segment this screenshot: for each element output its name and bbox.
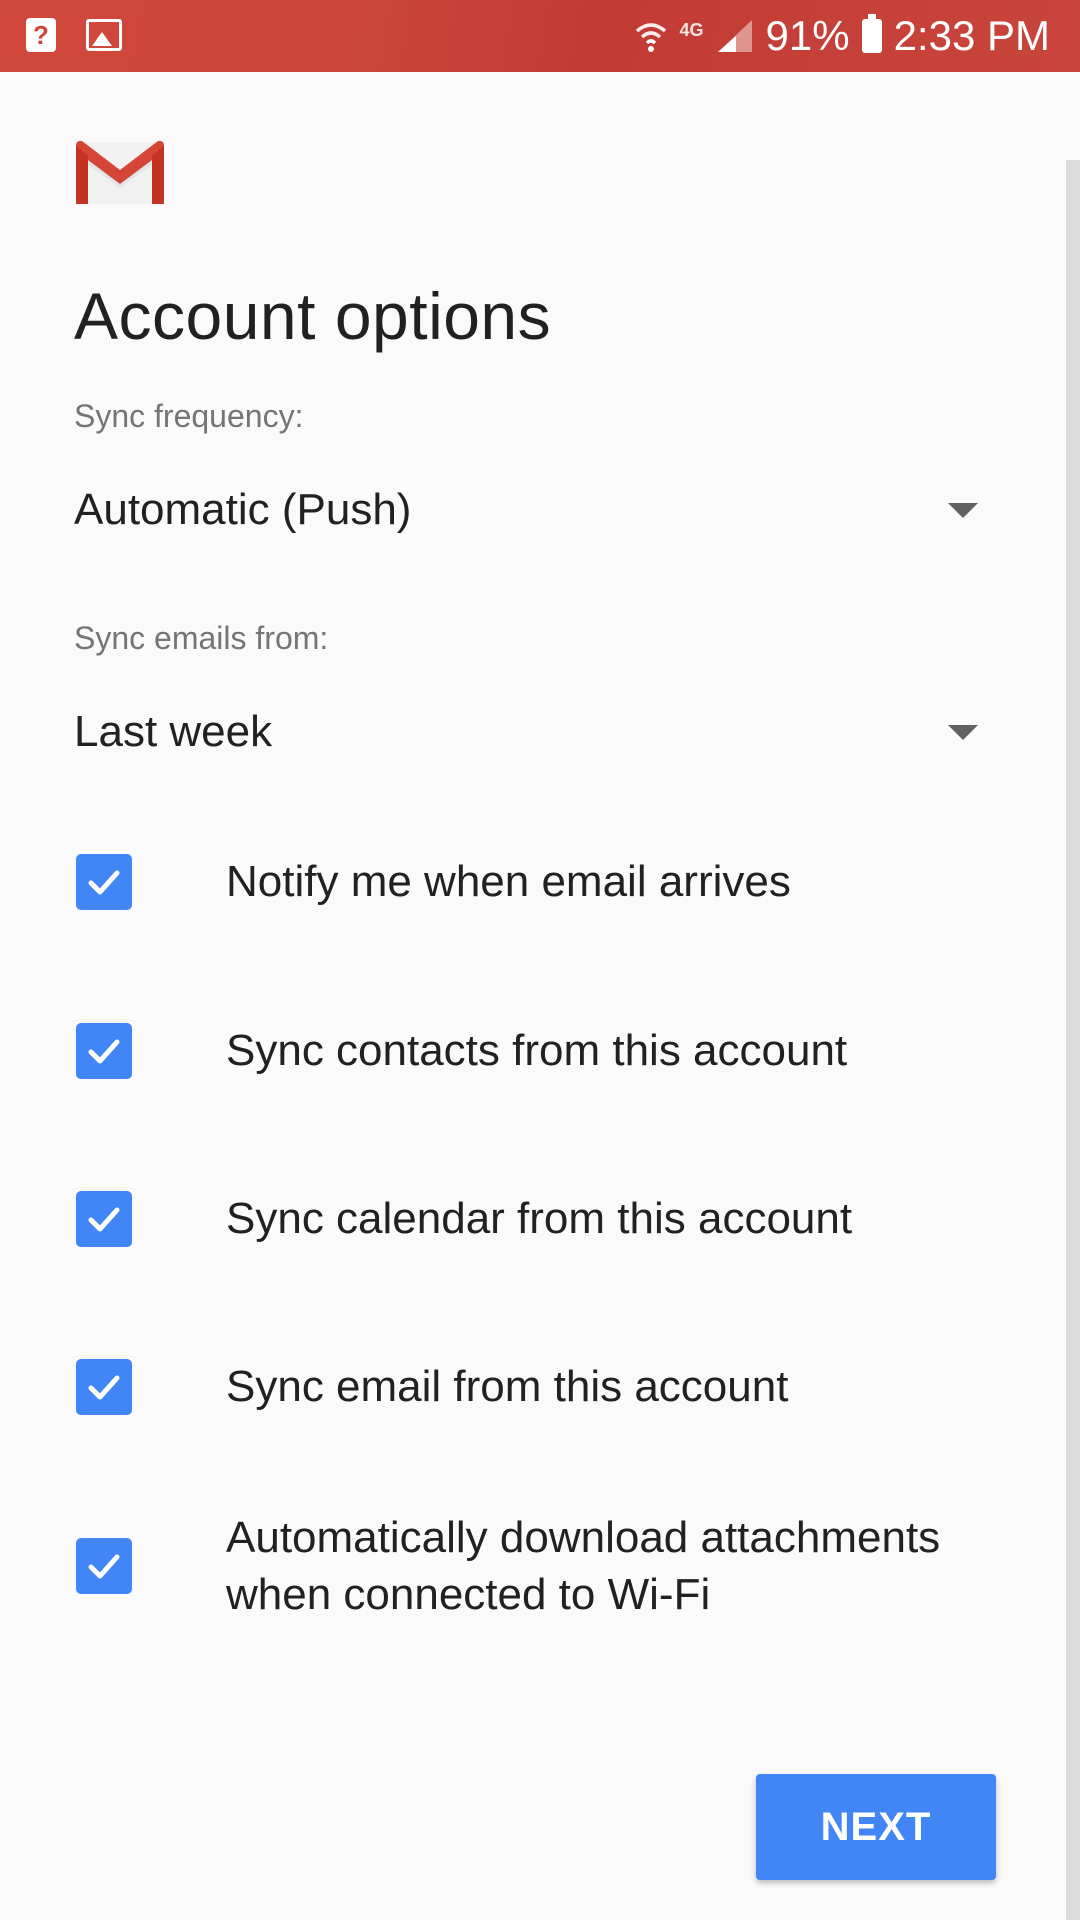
clock: 2:33 PM [893, 12, 1050, 59]
checkmark-icon [88, 1375, 120, 1399]
option-sync-contacts[interactable]: Sync contacts from this account [74, 1022, 1004, 1079]
sync-frequency-label: Sync frequency: [74, 398, 304, 434]
checkmark-icon [88, 1039, 120, 1063]
sync-emails-from-value: Last week [74, 707, 273, 756]
dropdown-arrow-icon [948, 724, 978, 740]
page-title: Account options [74, 279, 552, 353]
network-type-label: 4G [679, 19, 704, 40]
status-bar: ? 4G 91% 2:33 PM [0, 0, 1080, 72]
wifi-icon [635, 23, 666, 52]
image-notification-icon [86, 19, 122, 51]
checkbox-checked[interactable] [76, 1190, 132, 1247]
checkbox-checked[interactable] [76, 1538, 132, 1594]
option-download-attachments[interactable]: Automatically download attachments when … [74, 1509, 1004, 1623]
scrollbar[interactable] [1066, 160, 1080, 1920]
next-button[interactable]: NEXT [756, 1774, 996, 1880]
checkbox-checked[interactable] [76, 853, 132, 910]
gmail-logo-icon [76, 140, 164, 204]
option-notify-email[interactable]: Notify me when email arrives [74, 853, 1004, 910]
dropdown-arrow-icon [948, 502, 978, 518]
option-label: Notify me when email arrives [226, 857, 791, 906]
option-label: Sync email from this account [226, 1362, 789, 1411]
checkmark-icon [88, 1554, 120, 1579]
option-label: Sync contacts from this account [226, 1026, 848, 1075]
battery-percent: 91% [765, 12, 850, 59]
battery-icon [861, 14, 882, 53]
checkmark-icon [88, 1207, 120, 1231]
sync-frequency-value: Automatic (Push) [74, 485, 412, 534]
sync-frequency-dropdown[interactable]: Automatic (Push) [74, 470, 978, 550]
sync-emails-from-label: Sync emails from: [74, 620, 329, 656]
checkmark-icon [88, 870, 120, 894]
option-label: Sync calendar from this account [226, 1194, 853, 1243]
checkbox-checked[interactable] [76, 1022, 132, 1079]
system-status: 4G 91% 2:33 PM [634, 0, 1050, 72]
notification-icons: ? [26, 18, 122, 52]
checkbox-checked[interactable] [76, 1358, 132, 1415]
sync-emails-from-dropdown[interactable]: Last week [74, 692, 978, 772]
option-label: Automatically download attachments when … [226, 1513, 941, 1619]
signal-strength-icon [717, 20, 752, 52]
option-sync-calendar[interactable]: Sync calendar from this account [74, 1190, 1004, 1247]
help-notification-icon: ? [26, 18, 56, 52]
option-sync-email[interactable]: Sync email from this account [74, 1358, 1004, 1415]
